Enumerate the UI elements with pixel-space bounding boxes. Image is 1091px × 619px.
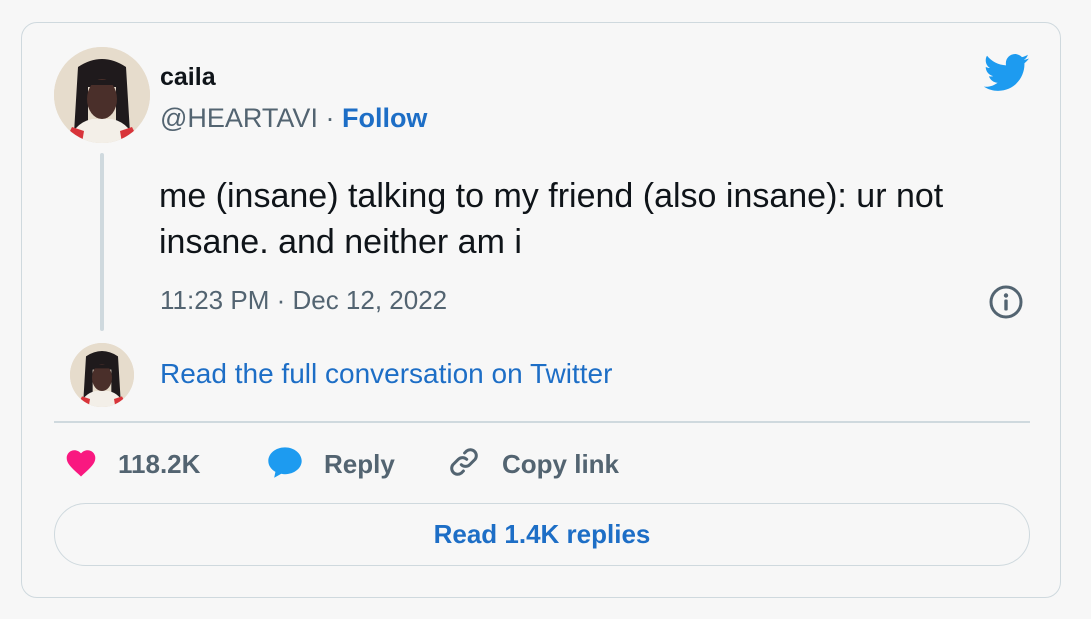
like-count: 118.2K	[118, 448, 201, 479]
copy-link-button[interactable]: Copy link	[446, 447, 619, 481]
author-handle[interactable]: @HEARTAVI	[160, 103, 318, 133]
actions-divider	[54, 421, 1030, 423]
like-button[interactable]: 118.2K	[64, 447, 200, 481]
reply-button[interactable]: Reply	[266, 445, 395, 484]
link-icon	[446, 444, 482, 485]
heart-icon	[64, 447, 98, 482]
follow-link[interactable]: Follow	[342, 103, 427, 133]
author-handle-row: @HEARTAVI · Follow	[160, 103, 427, 134]
read-replies-button[interactable]: Read 1.4K replies	[54, 503, 1030, 566]
copy-link-label: Copy link	[502, 448, 620, 479]
tweet-embed-card: caila @HEARTAVI · Follow me (insane) tal…	[21, 22, 1061, 598]
reply-label: Reply	[324, 448, 395, 479]
thread-connector-line	[100, 153, 104, 331]
author-avatar[interactable]	[54, 47, 150, 143]
author-avatar-small[interactable]	[70, 343, 134, 407]
info-icon[interactable]	[988, 284, 1024, 320]
read-conversation-link[interactable]: Read the full conversation on Twitter	[160, 358, 612, 390]
twitter-bird-icon[interactable]	[983, 53, 1030, 93]
handle-separator: ·	[317, 103, 342, 133]
author-name[interactable]: caila	[160, 63, 216, 92]
reply-bubble-icon	[266, 445, 304, 484]
tweet-timestamp[interactable]: 11:23 PM · Dec 12, 2022	[160, 285, 447, 316]
tweet-text: me (insane) talking to my friend (also i…	[159, 177, 944, 261]
